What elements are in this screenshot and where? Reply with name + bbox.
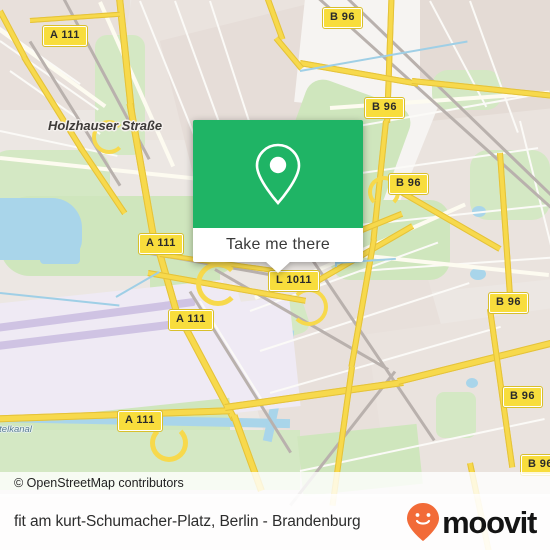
map-attribution[interactable]: © OpenStreetMap contributors <box>0 472 550 494</box>
road-shield[interactable]: B 96 <box>322 7 363 29</box>
road-shield[interactable]: B 96 <box>502 386 543 408</box>
attribution-text: © OpenStreetMap contributors <box>14 476 184 490</box>
road-shield[interactable]: A 111 <box>168 309 214 331</box>
map-label-layer: Holzhauser Straße rtelkanal A 111 B 96 B… <box>0 0 550 550</box>
moovit-wordmark: moovit <box>442 504 537 540</box>
moovit-logo[interactable]: moovit <box>406 502 537 542</box>
road-shield[interactable]: B 96 <box>364 97 405 119</box>
canal-label: rtelkanal <box>0 424 32 435</box>
popup-pointer <box>265 261 291 273</box>
road-shield[interactable]: A 111 <box>117 410 163 432</box>
location-pin-icon <box>255 143 301 205</box>
road-shield[interactable]: B 96 <box>388 173 429 195</box>
location-title: fit am kurt-Schumacher-Platz, Berlin - B… <box>14 513 361 530</box>
road-shield[interactable]: B 96 <box>488 292 529 314</box>
road-shield[interactable]: L 1011 <box>268 270 320 292</box>
footer-fade <box>0 494 550 500</box>
popup-image-panel <box>193 120 363 228</box>
popup-action-bar[interactable]: Take me there <box>193 228 363 262</box>
footer-bar: fit am kurt-Schumacher-Platz, Berlin - B… <box>0 494 550 550</box>
road-shield[interactable]: A 111 <box>138 233 184 255</box>
moovit-pin-icon <box>407 503 440 541</box>
map-canvas[interactable]: Holzhauser Straße rtelkanal A 111 B 96 B… <box>0 0 550 550</box>
street-label: Holzhauser Straße <box>48 118 163 133</box>
road-shield[interactable]: A 111 <box>42 25 88 47</box>
map-screen: Holzhauser Straße rtelkanal A 111 B 96 B… <box>0 0 550 550</box>
map-popup-card[interactable]: Take me there <box>193 120 363 273</box>
take-me-there-label: Take me there <box>226 236 330 253</box>
